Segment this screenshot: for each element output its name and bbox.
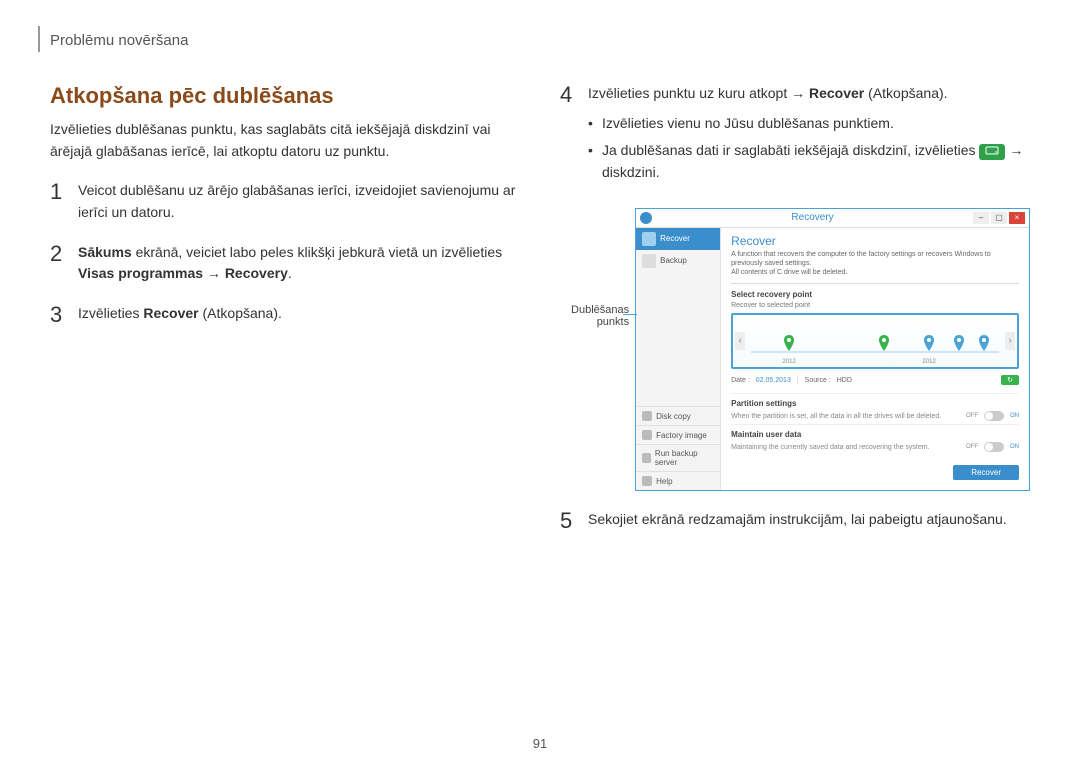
recover-button[interactable]: Recover <box>953 465 1019 480</box>
step-2: 2 Sākums ekrānā, veiciet labo peles klik… <box>50 242 520 285</box>
main-panel: Recover A function that recovers the com… <box>721 228 1029 490</box>
recovery-point-pin[interactable] <box>923 335 935 353</box>
left-column: Atkopšana pēc dublēšanas Izvēlieties dub… <box>50 83 520 551</box>
step-number: 3 <box>50 303 68 327</box>
backup-icon <box>642 254 656 268</box>
screenshot: Dublēšanas punkts Recovery – ▢ × <box>560 208 1030 491</box>
disk-copy-icon <box>642 411 652 421</box>
recovery-point-pin[interactable] <box>978 335 990 353</box>
bold-recovery: Recovery <box>225 265 288 281</box>
info-date: 02.05.2013 <box>756 377 791 384</box>
partition-settings-row: Partition settings When the partition is… <box>731 393 1019 424</box>
intro-text: Izvēlieties dublēšanas punktu, kas sagla… <box>50 119 520 162</box>
bold-sakums: Sākums <box>78 244 132 260</box>
sidebar-item-disk-copy[interactable]: Disk copy <box>636 406 720 425</box>
callout-line <box>623 314 637 315</box>
step-body: Izvēlieties Recover (Atkopšana). <box>78 303 520 327</box>
select-point-label: Select recovery point <box>731 290 1019 299</box>
drive-icon <box>979 144 1005 160</box>
bold-recover: Recover <box>809 85 864 101</box>
step-number: 2 <box>50 242 68 285</box>
maintain-toggle[interactable]: OFFON <box>966 442 1019 452</box>
step-body: Veicot dublēšanu uz ārējo glabāšanas ier… <box>78 180 520 223</box>
maximize-button[interactable]: ▢ <box>991 212 1007 224</box>
bullet-item: Ja dublēšanas dati ir saglabāti iekšējaj… <box>588 140 1030 183</box>
step-3: 3 Izvēlieties Recover (Atkopšana). <box>50 303 520 327</box>
bullet-list: Izvēlieties vienu no Jūsu dublēšanas pun… <box>588 113 1030 184</box>
factory-image-icon <box>642 430 652 440</box>
maintain-data-row: Maintain user data Maintaining the curre… <box>731 424 1019 455</box>
step-number: 4 <box>560 83 578 190</box>
recovery-window: Recovery – ▢ × Recover <box>635 208 1030 491</box>
close-button[interactable]: × <box>1009 212 1025 224</box>
recover-icon <box>642 232 656 246</box>
sidebar-item-help[interactable]: Help <box>636 471 720 490</box>
recovery-point-pin[interactable] <box>878 335 890 353</box>
step-4: 4 Izvēlieties punktu uz kuru atkopt → Re… <box>560 83 1030 190</box>
server-icon <box>642 453 651 463</box>
partition-toggle[interactable]: OFFON <box>966 411 1019 421</box>
step-1: 1 Veicot dublēšanu uz ārējo glabāšanas i… <box>50 180 520 223</box>
step-body: Sekojiet ekrānā redzamajām instrukcijām,… <box>588 509 1030 533</box>
sidebar: Recover Backup Disk copy Factory image R… <box>636 228 721 490</box>
recovery-info-row: Date : 02.05.2013 | Source : HDD ↻ <box>731 375 1019 385</box>
panel-heading: Recover <box>731 234 1019 248</box>
sidebar-item-backup[interactable]: Backup <box>636 250 720 272</box>
section-title: Atkopšana pēc dublēšanas <box>50 83 520 109</box>
help-icon <box>642 476 652 486</box>
breadcrumb: Problēmu novēršana <box>50 32 1030 55</box>
recovery-timeline[interactable]: ‹ › 2012 2012 <box>731 313 1019 369</box>
page-number: 91 <box>533 736 547 751</box>
timeline-next-button[interactable]: › <box>1005 332 1015 350</box>
step-body: Izvēlieties punktu uz kuru atkopt → Reco… <box>588 83 1030 190</box>
minimize-button[interactable]: – <box>973 212 989 224</box>
select-point-sub: Recover to selected point <box>731 302 1019 309</box>
recovery-point-pin[interactable] <box>783 335 795 353</box>
sidebar-item-factory-image[interactable]: Factory image <box>636 425 720 444</box>
window-titlebar: Recovery – ▢ × <box>636 209 1029 228</box>
step-number: 5 <box>560 509 578 533</box>
info-source: HDD <box>837 377 852 384</box>
window-title: Recovery <box>791 212 833 223</box>
step-number: 1 <box>50 180 68 223</box>
bold-visas-programmas: Visas programmas <box>78 265 203 281</box>
bullet-item: Izvēlieties vienu no Jūsu dublēšanas pun… <box>588 113 1030 135</box>
timeline-year: 2012 <box>782 359 795 365</box>
timeline-prev-button[interactable]: ‹ <box>735 332 745 350</box>
step-5: 5 Sekojiet ekrānā redzamajām instrukcijā… <box>560 509 1030 533</box>
callout-label: Dublēšanas punkts <box>560 208 629 328</box>
refresh-button[interactable]: ↻ <box>1001 375 1019 385</box>
recovery-point-pin[interactable] <box>953 335 965 353</box>
window-icon <box>640 212 652 224</box>
sidebar-item-run-backup-server[interactable]: Run backup server <box>636 444 720 471</box>
panel-description: A function that recovers the computer to… <box>731 250 1019 284</box>
bold-recover: Recover <box>143 305 198 321</box>
step-body: Sākums ekrānā, veiciet labo peles klikšķ… <box>78 242 520 285</box>
right-column: 4 Izvēlieties punktu uz kuru atkopt → Re… <box>560 83 1030 551</box>
timeline-year: 2012 <box>922 359 935 365</box>
sidebar-item-recover[interactable]: Recover <box>636 228 720 250</box>
